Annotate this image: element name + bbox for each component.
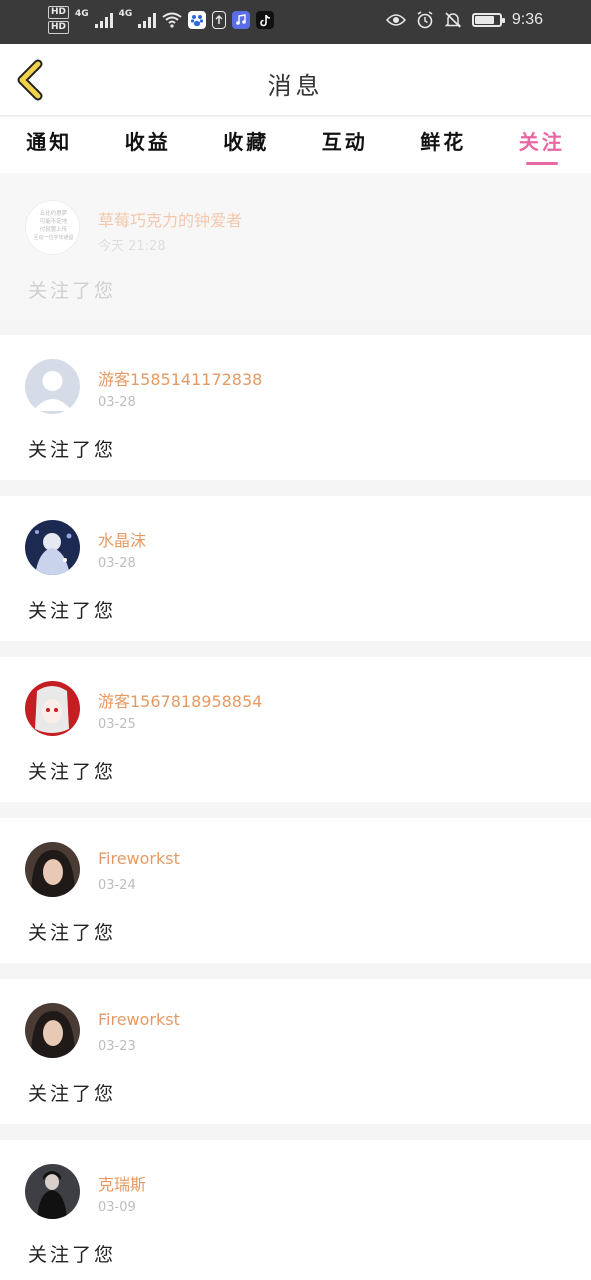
timestamp: 03-28 — [98, 556, 136, 571]
username[interactable]: 游客1567818958854 — [98, 688, 262, 712]
list-item[interactable]: 克瑞斯 03-09 关注了您 — [0, 1140, 591, 1280]
avatar[interactable]: 丘比约惠萨 可能不定地 付就罢上传 互动一位字年通留 — [25, 200, 80, 255]
timestamp: 03-09 — [98, 1200, 136, 1215]
tab-favorites[interactable]: 收藏 — [197, 117, 296, 173]
tab-flowers[interactable]: 鲜花 — [394, 117, 493, 173]
tab-bar: 通知 收益 收藏 互动 鲜花 关注 — [0, 117, 591, 173]
username[interactable]: 水晶沫 — [98, 527, 146, 551]
username[interactable]: 游客1585141172838 — [98, 366, 262, 390]
avatar[interactable] — [25, 520, 80, 575]
alarm-icon — [417, 11, 433, 29]
timestamp: 03-24 — [98, 878, 136, 893]
network-type: 4G — [75, 9, 89, 19]
hd-indicators: HD HD — [48, 6, 70, 34]
avatar[interactable] — [25, 359, 80, 414]
wifi-icon — [162, 12, 182, 28]
signal-icon — [94, 12, 113, 28]
eye-icon — [385, 14, 406, 26]
list-item[interactable]: Fireworkst 03-24 关注了您 — [0, 818, 591, 963]
tab-earnings[interactable]: 收益 — [99, 117, 198, 173]
action-text: 关注了您 — [28, 280, 117, 302]
avatar[interactable] — [25, 681, 80, 736]
tab-interactions[interactable]: 互动 — [296, 117, 395, 173]
status-bar-right: 9:36 — [385, 11, 543, 29]
hd-badge: HD — [48, 21, 70, 34]
timestamp: 03-28 — [98, 395, 136, 410]
action-text: 关注了您 — [28, 1083, 117, 1105]
mute-icon — [444, 12, 462, 28]
username[interactable]: Fireworkst — [98, 849, 180, 868]
list-item[interactable]: 游客1567818958854 03-25 关注了您 — [0, 657, 591, 802]
action-text: 关注了您 — [28, 1244, 117, 1266]
page-title: 消息 — [267, 72, 324, 100]
music-icon — [232, 11, 251, 29]
baidu-icon — [188, 11, 207, 29]
avatar-text: 可能不定地 — [40, 217, 68, 225]
tab-notifications[interactable]: 通知 — [0, 117, 99, 173]
network-type: 4G — [118, 9, 133, 19]
avatar-text: 付就罢上传 — [40, 225, 68, 233]
status-bar: HD HD 4G 4G 9:36 — [0, 0, 591, 44]
signal-icon — [138, 12, 157, 28]
list-item[interactable]: 游客1585141172838 03-28 关注了您 — [0, 335, 591, 480]
upload-icon — [212, 11, 227, 29]
hd-badge: HD — [48, 6, 70, 19]
status-time: 9:36 — [511, 11, 543, 28]
message-list: 丘比约惠萨 可能不定地 付就罢上传 互动一位字年通留 草莓巧克力的钟爱者 今天 … — [0, 173, 591, 1280]
page-header: 消息 — [0, 44, 591, 116]
tiktok-icon — [256, 11, 275, 29]
action-text: 关注了您 — [28, 761, 117, 783]
tab-following[interactable]: 关注 — [493, 117, 591, 173]
username[interactable]: Fireworkst — [98, 1010, 180, 1029]
timestamp: 03-23 — [98, 1039, 136, 1054]
avatar-text: 丘比约惠萨 — [40, 209, 68, 217]
list-item[interactable]: 丘比约惠萨 可能不定地 付就罢上传 互动一位字年通留 草莓巧克力的钟爱者 今天 … — [0, 173, 591, 319]
action-text: 关注了您 — [28, 922, 117, 944]
avatar[interactable] — [25, 1164, 80, 1219]
avatar[interactable] — [25, 1003, 80, 1058]
action-text: 关注了您 — [28, 439, 117, 461]
action-text: 关注了您 — [28, 600, 117, 622]
timestamp: 今天 21:28 — [98, 239, 166, 254]
list-item[interactable]: 水晶沫 03-28 关注了您 — [0, 496, 591, 641]
status-bar-left: HD HD 4G 4G — [48, 6, 275, 34]
list-item[interactable]: Fireworkst 03-23 关注了您 — [0, 979, 591, 1124]
avatar-text: 互动一位字年通留 — [33, 234, 73, 241]
username[interactable]: 克瑞斯 — [98, 1171, 146, 1195]
timestamp: 03-25 — [98, 717, 136, 732]
battery-icon — [471, 13, 505, 27]
username[interactable]: 草莓巧克力的钟爱者 — [98, 207, 242, 231]
avatar[interactable] — [25, 842, 80, 897]
